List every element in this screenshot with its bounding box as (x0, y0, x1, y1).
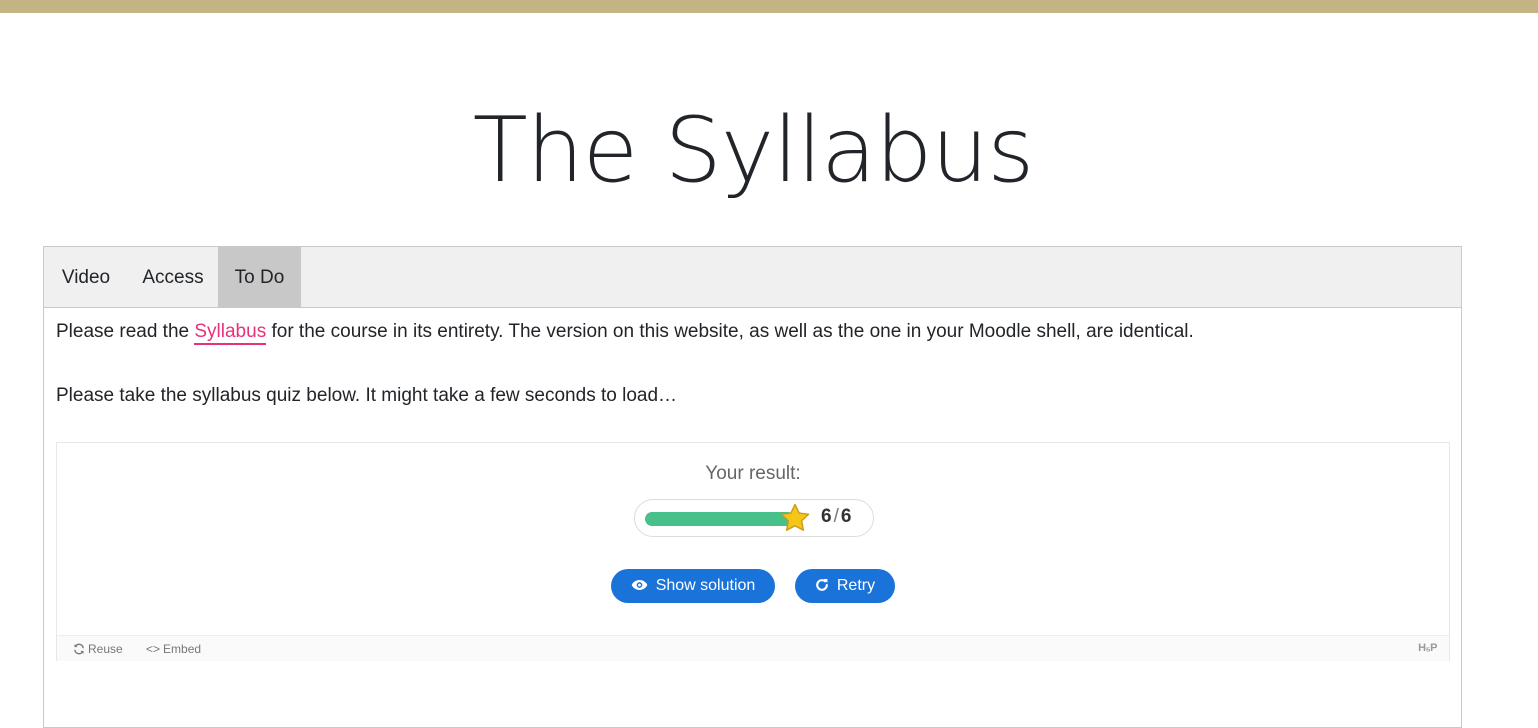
tab-to-do[interactable]: To Do (218, 247, 301, 307)
h5p-logo[interactable]: H₅P (1418, 642, 1437, 654)
tab-video[interactable]: Video (44, 247, 128, 307)
embed-label: Embed (163, 642, 202, 656)
top-accent-bar (0, 0, 1538, 13)
score-bar: 6/6 (634, 499, 874, 537)
score-value: 6 (821, 506, 832, 527)
score-separator: / (833, 506, 839, 527)
quiz-instructions: Please take the syllabus quiz below. It … (56, 385, 678, 406)
embed-link[interactable]: <> Embed (146, 642, 201, 656)
tab-access[interactable]: Access (128, 247, 218, 307)
reuse-icon (74, 643, 84, 655)
page-title: The Syllabus (472, 98, 1035, 203)
h5p-footer: Reuse <> Embed H₅P (57, 635, 1449, 661)
intro-text-before: Please read the (56, 321, 195, 342)
show-solution-label: Show solution (655, 577, 756, 594)
h5p-quiz-container: Your result: 6/6 Show solution Retry Reu… (56, 442, 1450, 661)
reuse-label: Reuse (88, 642, 123, 656)
tabs-panel: Video Access To Do Please read the Sylla… (43, 246, 1462, 728)
retry-icon (816, 578, 828, 591)
syllabus-link[interactable]: Syllabus (194, 321, 267, 345)
result-label: Your result: (705, 463, 801, 484)
score-max: 6 (840, 506, 852, 527)
eye-icon (631, 579, 647, 590)
progress-fill (645, 512, 795, 526)
show-solution-button[interactable]: Show solution (611, 569, 775, 603)
retry-label: Retry (836, 577, 876, 594)
intro-text-after: for the course in its entirety. The vers… (266, 321, 1194, 342)
embed-icon: <> (146, 642, 161, 656)
retry-button[interactable]: Retry (795, 569, 895, 603)
progress-track (645, 512, 795, 526)
tab-bar: Video Access To Do (44, 247, 1461, 308)
score-text: 6/6 (821, 506, 851, 528)
intro-paragraph: Please read the Syllabus for the course … (56, 319, 1194, 345)
star-icon (780, 503, 810, 531)
reuse-link[interactable]: Reuse (73, 642, 123, 656)
